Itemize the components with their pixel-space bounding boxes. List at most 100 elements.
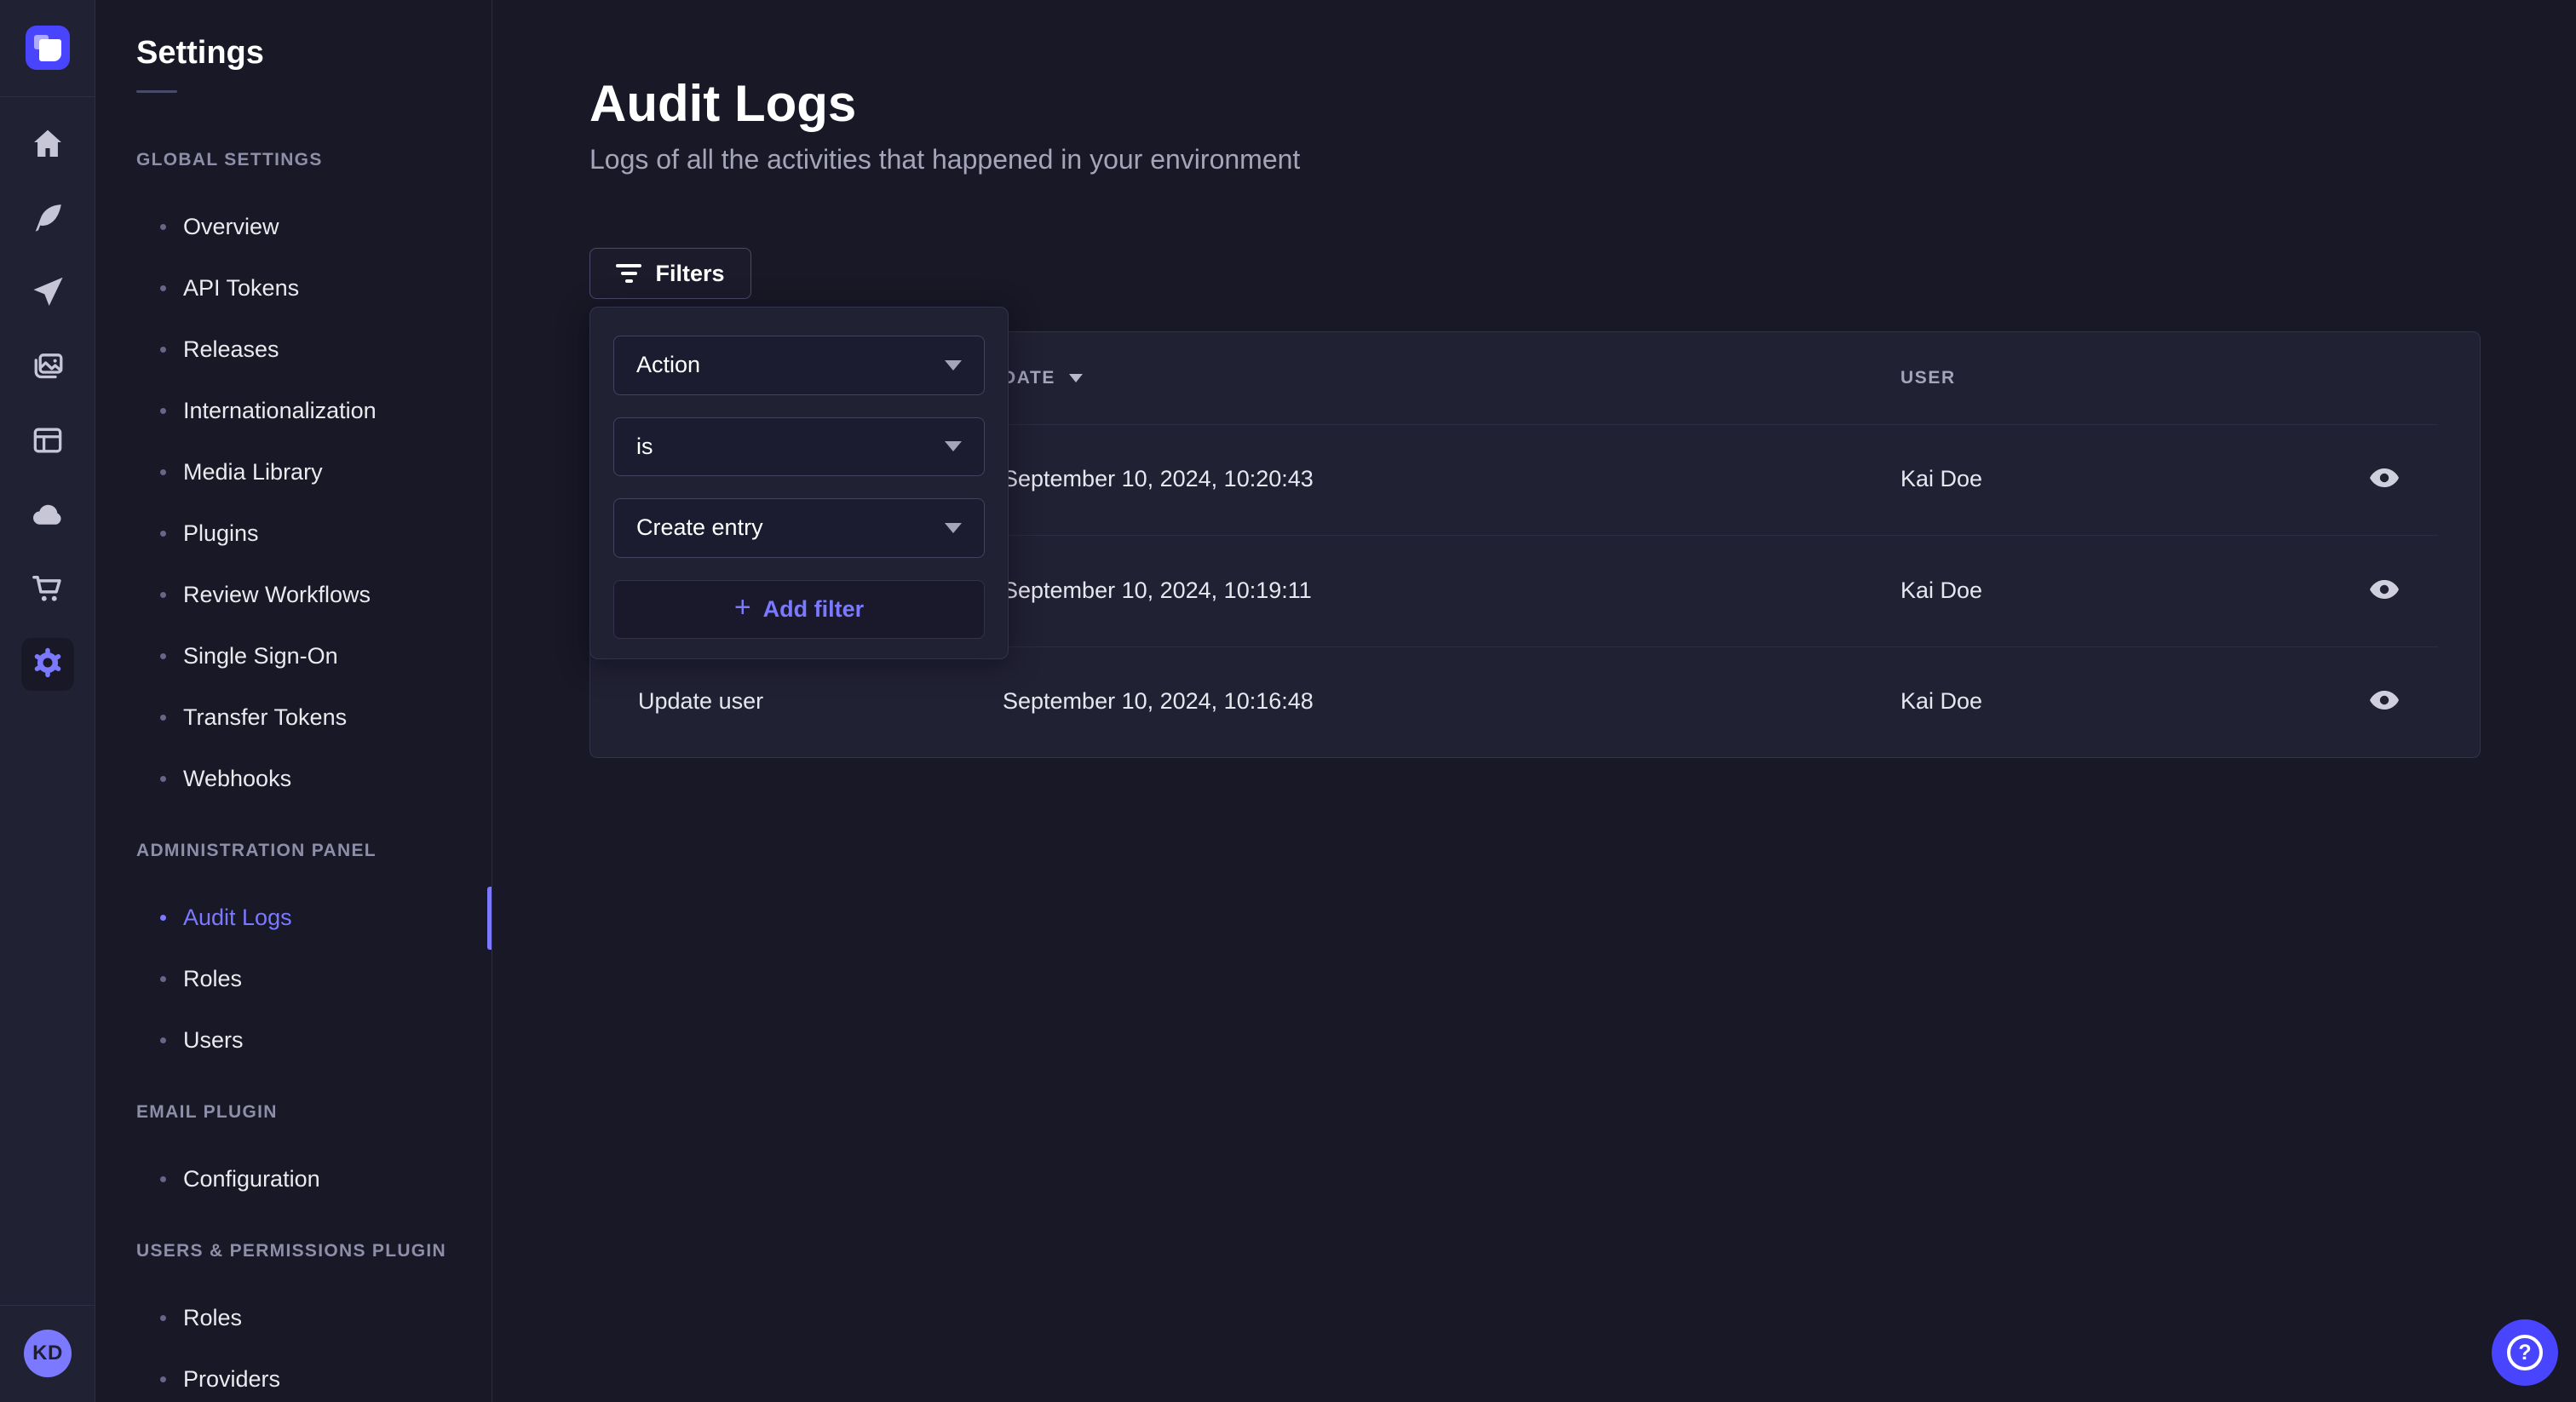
- column-header-user: USER: [1900, 368, 2287, 388]
- bullet-icon: [160, 224, 166, 230]
- section-header-email-plugin: EMAIL PLUGIN: [136, 1101, 492, 1123]
- nav-home-button[interactable]: [21, 119, 74, 172]
- bullet-icon: [160, 531, 166, 537]
- nav-cloud-button[interactable]: [21, 490, 74, 543]
- strapi-logo-shape: [39, 39, 61, 61]
- filter-operator-value: is: [636, 434, 653, 460]
- cell-user: Kai Doe: [1900, 688, 2287, 715]
- chevron-down-icon: [945, 360, 962, 371]
- layout-icon: [29, 422, 66, 463]
- active-item-indicator: [487, 887, 492, 950]
- sidebar-item-label: Media Library: [183, 459, 323, 486]
- view-log-button[interactable]: [2368, 578, 2401, 603]
- cell-action: Update user: [590, 688, 1003, 715]
- bullet-icon: [160, 1037, 166, 1043]
- filter-value-select[interactable]: Create entry: [613, 498, 985, 558]
- column-header-date[interactable]: DATE: [1003, 368, 1900, 388]
- view-log-button[interactable]: [2368, 467, 2401, 491]
- cart-icon: [29, 570, 66, 612]
- cell-user: Kai Doe: [1900, 466, 2287, 492]
- filter-operator-select[interactable]: is: [613, 417, 985, 477]
- sidebar-item-internationalization[interactable]: Internationalization: [136, 380, 492, 441]
- add-filter-button[interactable]: + Add filter: [613, 580, 985, 640]
- title-divider: [136, 90, 177, 93]
- sort-desc-icon[interactable]: [1069, 374, 1083, 382]
- section-header-global-settings: GLOBAL SETTINGS: [136, 149, 492, 171]
- eye-icon: [2368, 689, 2401, 714]
- filter-field-value: Action: [636, 352, 700, 378]
- filters-button-label: Filters: [655, 261, 724, 287]
- sidebar-item-label: API Tokens: [183, 275, 299, 302]
- strapi-logo[interactable]: [26, 26, 70, 70]
- sidebar-item-label: Plugins: [183, 520, 259, 547]
- paper-plane-icon: [29, 273, 66, 315]
- cell-date: September 10, 2024, 10:16:48: [1003, 688, 1900, 715]
- sidebar-item-label: Overview: [183, 214, 279, 240]
- bullet-icon: [160, 976, 166, 982]
- nav-settings-button[interactable]: [21, 638, 74, 691]
- gear-icon: [29, 644, 66, 686]
- sidebar-item-label: Roles: [183, 966, 242, 992]
- nav-releases-button[interactable]: [21, 267, 74, 320]
- filter-field-select[interactable]: Action: [613, 336, 985, 395]
- eye-icon: [2368, 578, 2401, 603]
- sidebar-item-label: Users: [183, 1027, 244, 1054]
- nav-content-builder-button[interactable]: [21, 193, 74, 246]
- sidebar-item-plugins[interactable]: Plugins: [136, 503, 492, 564]
- sidebar-item-media-library[interactable]: Media Library: [136, 441, 492, 503]
- user-avatar[interactable]: KD: [24, 1330, 72, 1377]
- page-subtitle: Logs of all the activities that happened…: [589, 141, 2576, 177]
- section-header-users-permissions-plugin: USERS & PERMISSIONS PLUGIN: [136, 1240, 492, 1262]
- cell-date: September 10, 2024, 10:20:43: [1003, 466, 1900, 492]
- app-root: KD Settings GLOBAL SETTINGS Overview API…: [0, 0, 2576, 1402]
- table-row[interactable]: Update user September 10, 2024, 10:16:48…: [590, 646, 2480, 757]
- sidebar-item-api-tokens[interactable]: API Tokens: [136, 257, 492, 319]
- sidebar-item-email-configuration[interactable]: Configuration: [136, 1148, 492, 1210]
- feather-icon: [29, 199, 66, 241]
- column-header-date-label: DATE: [1003, 368, 1055, 388]
- filter-icon: [616, 264, 641, 283]
- sidebar-item-up-roles[interactable]: Roles: [136, 1287, 492, 1348]
- sidebar-item-label: Transfer Tokens: [183, 704, 347, 731]
- sidebar-item-single-sign-on[interactable]: Single Sign-On: [136, 625, 492, 687]
- sidebar-item-overview[interactable]: Overview: [136, 196, 492, 257]
- settings-sidebar: Settings GLOBAL SETTINGS Overview API To…: [95, 0, 492, 1402]
- sidebar-item-up-providers[interactable]: Providers: [136, 1348, 492, 1402]
- nav-marketplace-button[interactable]: [21, 564, 74, 617]
- bullet-icon: [160, 1315, 166, 1321]
- help-button[interactable]: ?: [2492, 1319, 2558, 1386]
- bullet-icon: [160, 915, 166, 921]
- sidebar-item-label: Review Workflows: [183, 582, 371, 608]
- sidebar-item-label: Providers: [183, 1366, 280, 1393]
- eye-icon: [2368, 467, 2401, 491]
- section-header-administration-panel: ADMINISTRATION PANEL: [136, 840, 492, 862]
- view-log-button[interactable]: [2368, 689, 2401, 714]
- chevron-down-icon: [945, 441, 962, 451]
- nav-media-library-button[interactable]: [21, 342, 74, 394]
- main-content: Audit Logs Logs of all the activities th…: [492, 0, 2576, 1402]
- sidebar-item-releases[interactable]: Releases: [136, 319, 492, 380]
- rail-divider: [0, 1305, 95, 1306]
- sidebar-item-admin-roles[interactable]: Roles: [136, 948, 492, 1009]
- sidebar-item-label: Configuration: [183, 1166, 320, 1192]
- cell-user: Kai Doe: [1900, 577, 2287, 604]
- sidebar-item-audit-logs[interactable]: Audit Logs: [136, 887, 492, 948]
- sidebar-item-transfer-tokens[interactable]: Transfer Tokens: [136, 687, 492, 748]
- sidebar-title: Settings: [136, 34, 492, 72]
- add-filter-label: Add filter: [763, 596, 865, 623]
- nav-content-manager-button[interactable]: [21, 416, 74, 468]
- bullet-icon: [160, 776, 166, 782]
- page-title: Audit Logs: [589, 75, 2576, 133]
- cell-date: September 10, 2024, 10:19:11: [1003, 577, 1900, 604]
- sidebar-item-admin-users[interactable]: Users: [136, 1009, 492, 1071]
- sidebar-item-review-workflows[interactable]: Review Workflows: [136, 564, 492, 625]
- filter-popover: Action is Create entry + Add filter: [589, 307, 1009, 659]
- bullet-icon: [160, 715, 166, 721]
- sidebar-item-webhooks[interactable]: Webhooks: [136, 748, 492, 809]
- rail-divider: [0, 96, 95, 97]
- bullet-icon: [160, 347, 166, 353]
- bullet-icon: [160, 653, 166, 659]
- bullet-icon: [160, 592, 166, 598]
- images-icon: [29, 348, 66, 389]
- filters-button[interactable]: Filters: [589, 248, 751, 299]
